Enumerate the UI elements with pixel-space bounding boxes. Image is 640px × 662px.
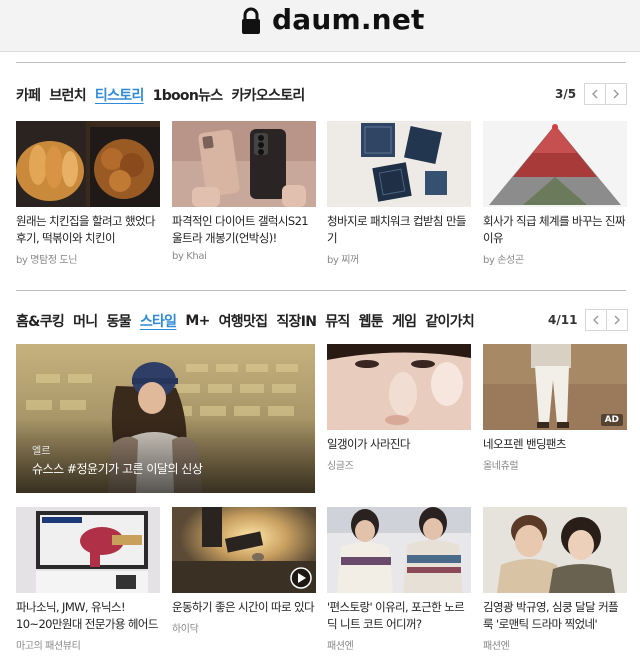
tab-webtoon[interactable]: 웹툰	[359, 311, 384, 331]
card-source: by 찌꺼	[327, 255, 359, 266]
featured-title[interactable]: 슈스스 #정윤기가 고른 이달의 신상	[32, 460, 203, 477]
card-source: by 손성곤	[483, 255, 524, 266]
section2-pager: 4/11	[548, 309, 629, 331]
card-title[interactable]: 파격적인 다이어트 갤럭시S21 울트라 개봉기(언박싱)!	[172, 213, 316, 247]
chevron-left-icon	[593, 315, 599, 325]
card-title[interactable]: 네오프렌 밴딩팬츠	[483, 436, 627, 453]
page-indicator: 4/11	[548, 313, 578, 327]
tab-travel-food[interactable]: 여행맛집	[219, 311, 268, 331]
content-card[interactable]: 회사가 직급 체계를 바꾸는 진짜 이유 by 손성곤	[483, 121, 627, 266]
denim-coasters-image	[327, 121, 471, 207]
content-card[interactable]: 파나소닉, JMW, 유닉스! 10~20만원대 전문가용 헤어드 마고의 패션…	[16, 507, 160, 652]
chevron-right-icon	[614, 315, 621, 325]
content-card[interactable]: 원래는 치킨집을 할려고 했었다 후기, 떡볶이와 치킨이 by 명탐정 도닌	[16, 121, 160, 266]
ad-card[interactable]: AD 네오프렌 밴딩팬츠 올네츄럴	[483, 344, 627, 472]
url-text: daum.net	[272, 3, 425, 36]
chevron-left-icon	[592, 89, 598, 99]
content-card[interactable]: '편스토랑' 이유리, 포근한 노르딕 니트 코트 어디꺼? 패션엔	[327, 507, 471, 652]
card-source: 패션엔	[327, 641, 354, 652]
tab-together-value[interactable]: 같이가치	[425, 311, 474, 331]
featured-card[interactable]: 엘르 슈스스 #정윤기가 고른 이달의 신상	[16, 344, 315, 493]
page-indicator: 3/5	[555, 87, 577, 101]
tab-tistory[interactable]: 티스토리	[95, 85, 144, 105]
play-icon[interactable]	[290, 567, 312, 589]
tab-1boon-news[interactable]: 1boon뉴스	[153, 85, 224, 105]
section1-pager: 3/5	[555, 83, 628, 105]
section1-tabs: 카페 브런치 티스토리 1boon뉴스 카카오스토리	[16, 85, 314, 105]
section-divider	[16, 62, 626, 63]
card-source: 싱글즈	[327, 461, 354, 472]
tab-style[interactable]: 스타일	[140, 311, 177, 331]
smartphones-image	[172, 121, 316, 207]
tab-cafe[interactable]: 카페	[16, 85, 41, 105]
tab-home-cooking[interactable]: 홈&쿠킹	[16, 311, 65, 331]
card-title[interactable]: 일갱이가 사라진다	[327, 436, 471, 453]
chevron-right-icon	[613, 89, 620, 99]
next-button[interactable]	[606, 309, 629, 331]
card-title[interactable]: 파나소닉, JMW, 유닉스! 10~20만원대 전문가용 헤어드	[16, 599, 160, 633]
ad-badge: AD	[600, 414, 623, 426]
content-card[interactable]: 운동하기 좋은 시간이 따로 있다 하이닥	[172, 507, 316, 635]
tab-game[interactable]: 게임	[392, 311, 417, 331]
prev-button[interactable]	[585, 309, 608, 331]
sunset-runner-image	[172, 507, 316, 593]
tab-kakaostory[interactable]: 카카오스토리	[231, 85, 305, 105]
tab-animals[interactable]: 동물	[106, 311, 131, 331]
section2-tabs: 홈&쿠킹 머니 동물 스타일 M+ 여행맛집 직장IN 뮤직 웹툰 게임 같이가…	[16, 311, 483, 331]
card-source: 올네츄럴	[483, 461, 519, 472]
card-title[interactable]: '편스토랑' 이유리, 포근한 노르딕 니트 코트 어디꺼?	[327, 599, 471, 633]
section-divider	[16, 290, 626, 291]
featured-source: 엘르	[32, 446, 51, 457]
content-card[interactable]: 일갱이가 사라진다 싱글즈	[327, 344, 471, 472]
couple-portrait-image	[483, 507, 627, 593]
people-pyramid-image	[483, 121, 627, 207]
content-card[interactable]: 청바지로 패치워크 컵받침 만들기 by 찌꺼	[327, 121, 471, 266]
lock-icon	[242, 7, 260, 34]
card-source: by Khai	[172, 251, 207, 262]
tab-m-plus[interactable]: M+	[185, 313, 210, 329]
content-card[interactable]: 김영광 박규영, 심쿵 달달 커플룩 '로맨틱 드라마 찍었네' 패션엔	[483, 507, 627, 652]
card-title[interactable]: 운동하기 좋은 시간이 따로 있다	[172, 599, 316, 616]
tab-brunch[interactable]: 브런치	[49, 85, 86, 105]
card-source: 하이닥	[172, 624, 199, 635]
white-pants-image: AD	[483, 344, 627, 430]
card-title[interactable]: 김영광 박규영, 심쿵 달달 커플룩 '로맨틱 드라마 찍었네'	[483, 599, 627, 633]
card-title[interactable]: 원래는 치킨집을 할려고 했었다 후기, 떡볶이와 치킨이	[16, 213, 160, 247]
hair-dryer-image	[16, 507, 160, 593]
content-card[interactable]: 파격적인 다이어트 갤럭시S21 울트라 개봉기(언박싱)! by Khai	[172, 121, 316, 262]
tab-money[interactable]: 머니	[73, 311, 98, 331]
fried-food-image	[16, 121, 160, 207]
card-source: 패션엔	[483, 641, 510, 652]
card-title[interactable]: 청바지로 패치워크 컵받침 만들기	[327, 213, 471, 247]
tab-workplace[interactable]: 직장IN	[276, 311, 317, 331]
prev-button[interactable]	[584, 83, 607, 105]
browser-url-bar[interactable]: daum.net	[0, 0, 640, 52]
face-closeup-image	[327, 344, 471, 430]
card-source: by 명탐정 도닌	[16, 255, 78, 266]
tab-music[interactable]: 뮤직	[325, 311, 350, 331]
card-title[interactable]: 회사가 직급 체계를 바꾸는 진짜 이유	[483, 213, 627, 247]
next-button[interactable]	[605, 83, 628, 105]
nordic-knit-image	[327, 507, 471, 593]
card-source: 마고의 패션뷰티	[16, 641, 81, 652]
